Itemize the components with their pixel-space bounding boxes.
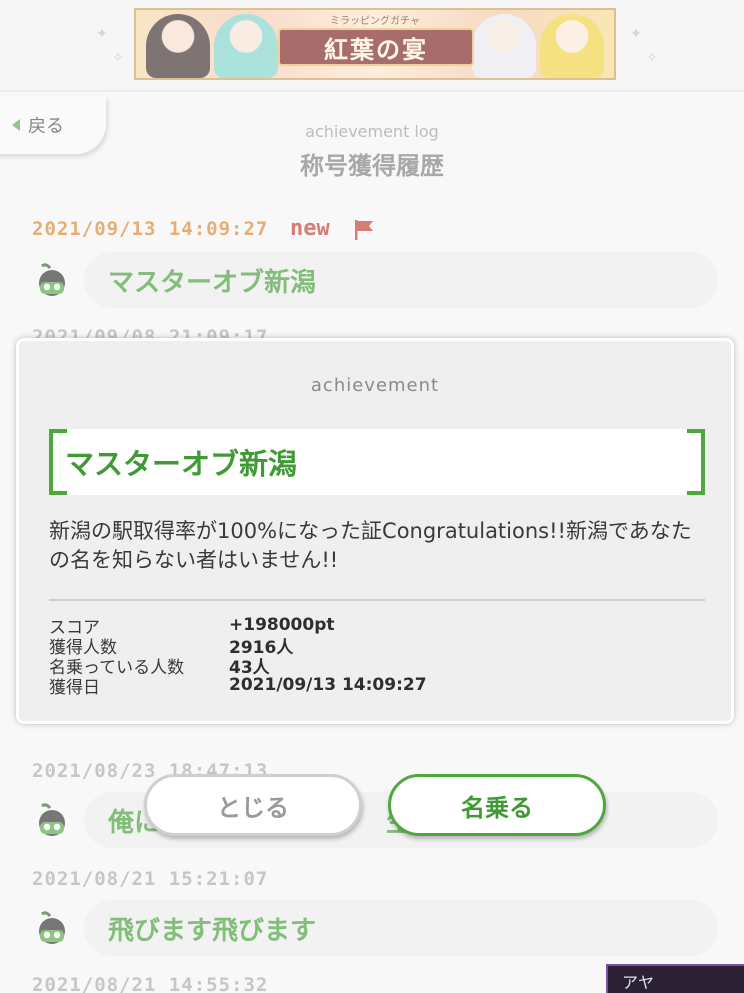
bracket-right — [687, 429, 705, 495]
achievement-description: 新潟の駅取得率が100%になった証Congratulations!!新潟であなた… — [49, 519, 692, 572]
achievement-dialog: achievement マスターオブ新潟 新潟の駅取得率が100%になった証Co… — [16, 338, 734, 724]
stat-row-date: 獲得日 2021/09/13 14:09:27 — [49, 675, 709, 698]
divider — [49, 599, 705, 601]
achievement-stats: スコア +198000pt 獲得人数 2916人 名乗っている人数 43人 獲得… — [49, 615, 709, 698]
claim-title-button[interactable]: 名乗る — [388, 774, 606, 836]
corner-name-tag[interactable]: アヤ — [606, 964, 744, 993]
bracket-left — [49, 429, 67, 495]
close-button[interactable]: とじる — [144, 774, 362, 836]
achievement-title: マスターオブ新潟 — [65, 447, 298, 481]
stat-value: 43人 — [229, 657, 270, 678]
achievement-title-box: マスターオブ新潟 — [49, 429, 705, 495]
stat-value: 2021/09/13 14:09:27 — [229, 675, 427, 695]
dialog-caption: achievement — [310, 375, 440, 396]
stat-label: 獲得日 — [49, 677, 100, 698]
